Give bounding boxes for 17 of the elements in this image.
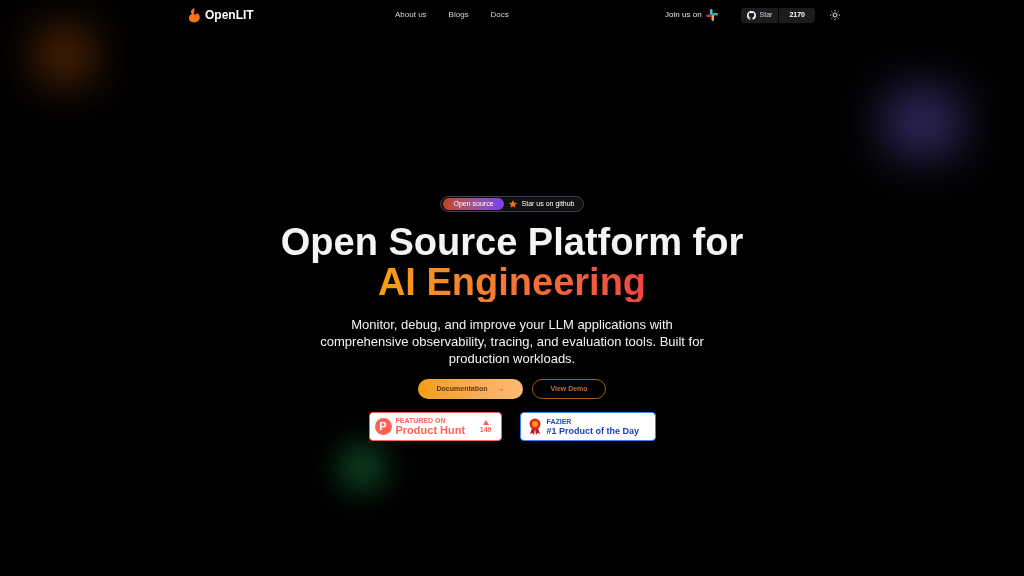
nav-link[interactable]: Blogs <box>448 9 469 21</box>
slack-icon[interactable] <box>705 9 718 21</box>
nav-link[interactable]: About us <box>395 9 427 21</box>
brand-name[interactable]: OpenLIT <box>205 6 254 24</box>
badge-title: Product Hunt <box>395 425 466 436</box>
badge-title: #1 Product of the Day <box>546 426 640 436</box>
hero-subtitle: Monitor, debug, and improve your LLM applications with comprehensive observability, tracing, and evaluation tools. Built for production workloads. <box>319 316 705 367</box>
flame-icon <box>188 7 201 23</box>
sun-icon[interactable] <box>830 10 840 20</box>
hero-title: Open Source Platform for <box>280 222 744 262</box>
product-hunt-logo: P <box>374 418 392 435</box>
join-text: Join us on <box>665 9 702 21</box>
medal-icon <box>528 418 541 435</box>
star-icon <box>508 200 517 208</box>
nav-link[interactable]: Docs <box>490 9 509 21</box>
github-icon <box>746 10 756 20</box>
upvote-icon <box>482 420 489 425</box>
